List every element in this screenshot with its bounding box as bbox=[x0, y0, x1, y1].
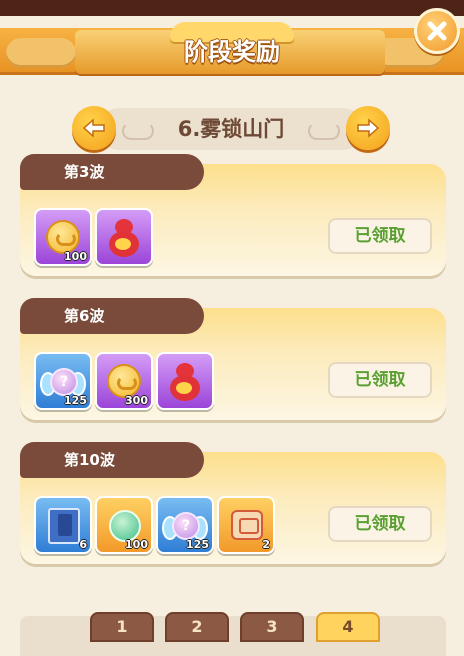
panel-title: 阶段奖励 bbox=[184, 38, 280, 66]
wave-reward-card: 第3波 100 已领取 bbox=[20, 154, 446, 278]
coin-icon bbox=[46, 220, 80, 254]
reward-item[interactable]: ? 125 bbox=[156, 496, 214, 554]
next-stage-button[interactable] bbox=[346, 106, 390, 150]
arrow-left-icon bbox=[82, 118, 105, 138]
reward-items: 100 bbox=[34, 208, 153, 266]
item-quantity: 125 bbox=[186, 538, 209, 551]
wave-label: 第10波 bbox=[64, 451, 115, 469]
wave-reward-card: 第6波 ? 125 300 已领取 bbox=[20, 298, 446, 422]
page-tab[interactable]: 1 bbox=[90, 612, 154, 642]
reward-item[interactable]: 100 bbox=[95, 496, 153, 554]
page-tab-bar bbox=[20, 616, 446, 656]
reward-items: ? 125 300 bbox=[34, 352, 214, 410]
prev-stage-button[interactable] bbox=[72, 106, 116, 150]
wave-reward-card: 第10波 6 100 ? 125 2 已领取 bbox=[20, 442, 446, 566]
close-icon bbox=[427, 21, 447, 41]
item-quantity: 100 bbox=[125, 538, 148, 551]
scroll-icon bbox=[231, 510, 263, 540]
claimed-button[interactable]: 已领取 bbox=[328, 362, 432, 398]
item-quantity: 100 bbox=[64, 250, 87, 263]
backdrop bbox=[0, 0, 464, 16]
panel-header: 阶段奖励 bbox=[0, 16, 464, 78]
reward-item[interactable]: 300 bbox=[95, 352, 153, 410]
page-tab[interactable]: 2 bbox=[165, 612, 229, 642]
wave-label: 第3波 bbox=[64, 163, 105, 181]
close-button[interactable] bbox=[414, 8, 460, 54]
claimed-button[interactable]: 已领取 bbox=[328, 218, 432, 254]
wave-label-tab bbox=[20, 154, 204, 190]
item-quantity: 125 bbox=[64, 394, 87, 407]
item-quantity: 2 bbox=[262, 538, 270, 551]
claimed-button[interactable]: 已领取 bbox=[328, 506, 432, 542]
coin-icon bbox=[107, 364, 141, 398]
reward-item[interactable] bbox=[156, 352, 214, 410]
item-quantity: 6 bbox=[79, 538, 87, 551]
wave-label: 第6波 bbox=[64, 307, 105, 325]
wave-label-tab bbox=[20, 298, 204, 334]
reward-item[interactable] bbox=[95, 208, 153, 266]
reward-item[interactable]: ? 125 bbox=[34, 352, 92, 410]
stage-selector: 6.雾锁山门 bbox=[72, 106, 390, 150]
rewards-panel: 阶段奖励 6.雾锁山门 第3波 100 已领取 第6波? 125 300 已领取 第10波 6 1… bbox=[0, 16, 464, 656]
reward-item[interactable]: 2 bbox=[217, 496, 275, 554]
page-tab[interactable]: 3 bbox=[240, 612, 304, 642]
book-icon bbox=[48, 508, 80, 544]
reward-items: 6 100 ? 125 2 bbox=[34, 496, 275, 554]
reward-item[interactable]: 100 bbox=[34, 208, 92, 266]
item-quantity: 300 bbox=[125, 394, 148, 407]
reward-item[interactable]: 6 bbox=[34, 496, 92, 554]
page-tab[interactable]: 4 bbox=[316, 612, 380, 642]
arrow-right-icon bbox=[357, 118, 380, 138]
stage-name: 6.雾锁山门 bbox=[177, 117, 285, 141]
